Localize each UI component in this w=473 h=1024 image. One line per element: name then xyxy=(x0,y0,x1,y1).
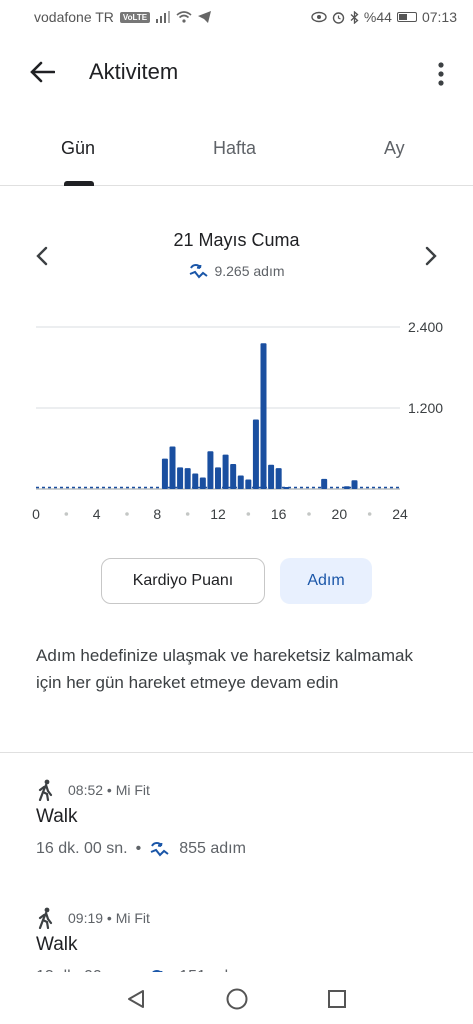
steps-icon xyxy=(190,264,209,279)
chart-bar xyxy=(177,467,184,489)
bluetooth-icon xyxy=(350,10,359,24)
metric-toggle: Kardiyo Puanı Adım xyxy=(0,558,473,606)
x-tick-label: 20 xyxy=(332,506,348,522)
activity-meta: 08:52 • Mi Fit xyxy=(36,778,456,802)
chart-bar xyxy=(275,468,282,489)
activity-time-source: 09:19 • Mi Fit xyxy=(68,910,150,926)
system-nav-bar xyxy=(0,972,473,1024)
chart-bar xyxy=(161,458,168,489)
bullet-separator: • xyxy=(135,840,142,857)
x-tick-label: 24 xyxy=(392,506,408,522)
steps-button[interactable]: Adım xyxy=(280,558,372,604)
arrow-back-icon xyxy=(30,61,55,83)
chart-bar xyxy=(192,473,199,489)
back-button[interactable] xyxy=(26,56,58,88)
next-day-button[interactable] xyxy=(417,242,445,270)
activity-time-source: 08:52 • Mi Fit xyxy=(68,782,150,798)
more-options-button[interactable] xyxy=(429,58,453,90)
status-left: vodafone TR VoLTE xyxy=(34,9,212,25)
y-tick-label: 2.400 xyxy=(408,319,443,335)
activity-steps: 855 adım xyxy=(179,840,246,857)
x-tick-label: 12 xyxy=(210,506,226,522)
divider xyxy=(0,752,473,753)
x-minor-tick-dot xyxy=(246,512,251,516)
x-minor-tick-dot xyxy=(125,512,129,516)
chart-bar xyxy=(222,454,229,489)
x-minor-tick-dot xyxy=(64,512,69,516)
triangle-back-icon xyxy=(128,990,144,1008)
circle-home-icon xyxy=(226,988,248,1010)
chevron-right-icon xyxy=(425,246,437,266)
steps-icon xyxy=(150,842,169,857)
chart-bar xyxy=(268,464,275,489)
hourly-steps-chart: 2.400 1.200 0 4 8 12 16 20 24 xyxy=(32,319,443,522)
battery-icon xyxy=(396,12,417,22)
chart-bar xyxy=(199,477,206,489)
volte-badge: VoLTE xyxy=(119,11,151,23)
telegram-icon xyxy=(198,11,212,23)
activity-duration: 16 dk. 00 sn. xyxy=(36,840,128,857)
x-tick-label: 4 xyxy=(93,506,101,522)
activity-title: Walk xyxy=(36,934,78,955)
nav-recents-button[interactable] xyxy=(324,986,350,1012)
walking-icon xyxy=(38,907,53,929)
chart-bar xyxy=(169,446,176,489)
activity-details: 16 dk. 00 sn. • 855 adım xyxy=(36,840,456,858)
chart-bar xyxy=(245,479,252,489)
page-title: Aktivitem xyxy=(89,59,179,84)
activity-title: Walk xyxy=(36,806,78,827)
tab-month[interactable]: Ay xyxy=(384,138,405,159)
chart-bar xyxy=(207,451,214,489)
chart-bar xyxy=(351,480,358,489)
daily-step-total: 9.265 adım xyxy=(0,262,473,280)
clock: 07:13 xyxy=(421,9,457,25)
app-bar: Aktivitem xyxy=(0,44,473,104)
walking-icon xyxy=(38,779,53,801)
signal-icon xyxy=(156,11,171,23)
tab-week[interactable]: Hafta xyxy=(213,138,256,159)
activity-meta: 09:19 • Mi Fit xyxy=(36,906,456,930)
chart-bar xyxy=(215,467,221,489)
chart-bar xyxy=(237,475,244,489)
chart-bar xyxy=(283,486,290,489)
chart-bar xyxy=(184,468,191,489)
square-recents-icon xyxy=(328,990,346,1008)
daily-step-total-text: 9.265 adım xyxy=(214,263,285,279)
chart-bar xyxy=(321,478,328,489)
battery-percent: %44 xyxy=(363,9,392,25)
date-navigator: 21 Mayıs Cuma 9.265 adım xyxy=(0,224,473,288)
x-tick-label: 16 xyxy=(271,506,287,522)
x-minor-tick-dot xyxy=(367,512,372,516)
selected-date: 21 Mayıs Cuma xyxy=(173,230,300,250)
more-vert-icon xyxy=(438,62,444,86)
chart-bar xyxy=(260,343,267,489)
nav-home-button[interactable] xyxy=(224,986,250,1012)
tab-day[interactable]: Gün xyxy=(61,138,95,159)
x-tick-label: 0 xyxy=(32,506,40,522)
x-tick-label: 8 xyxy=(153,506,161,522)
step-goal-hint: Adım hedefinize ulaşmak ve hareketsiz ka… xyxy=(36,646,413,692)
chart-bar xyxy=(252,419,259,489)
chart-bar xyxy=(343,486,350,489)
activity-item[interactable]: 08:52 • Mi Fit Walk 16 dk. 00 sn. • 855 … xyxy=(36,778,456,858)
y-tick-label: 1.200 xyxy=(408,400,443,416)
active-tab-indicator xyxy=(64,181,94,186)
nav-back-button[interactable] xyxy=(123,986,149,1012)
x-minor-tick-dot xyxy=(185,512,190,516)
alarm-icon xyxy=(332,11,345,24)
wifi-icon xyxy=(176,11,192,23)
cardio-points-button[interactable]: Kardiyo Puanı xyxy=(101,558,265,604)
chart-bar xyxy=(230,464,237,489)
carrier-name: vodafone TR xyxy=(34,9,114,25)
eye-icon xyxy=(311,11,327,23)
status-right: %44 07:13 xyxy=(311,9,457,25)
status-icons xyxy=(156,11,212,23)
period-tabs: Gün Hafta Ay xyxy=(0,126,473,186)
status-bar: vodafone TR VoLTE %44 07:13 xyxy=(0,0,473,34)
x-minor-tick-dot xyxy=(307,512,311,516)
